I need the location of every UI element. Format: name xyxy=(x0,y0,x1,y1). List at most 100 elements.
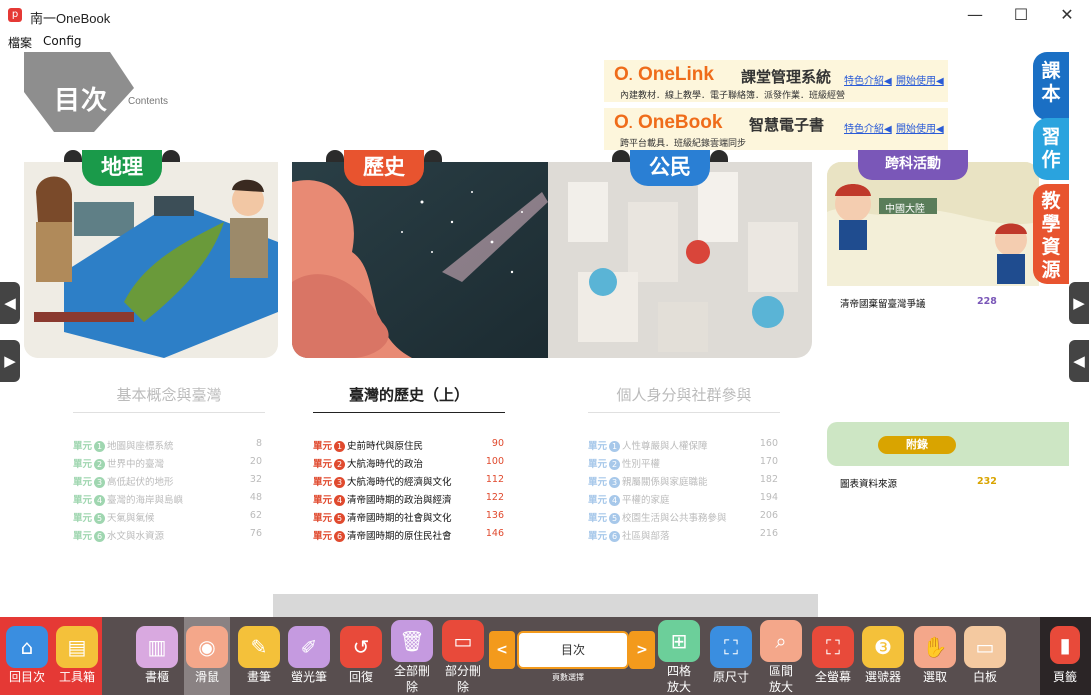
history-lesson-1-page[interactable]: 90 xyxy=(464,438,504,449)
history-card[interactable] xyxy=(292,162,548,358)
civics-lesson-5-page[interactable]: 206 xyxy=(738,510,778,521)
close-button[interactable]: ✕ xyxy=(1044,0,1090,32)
house-icon: ⌂ xyxy=(6,626,48,668)
history-lesson-1[interactable]: 單元 1 史前時代與原住民 xyxy=(313,438,423,452)
history-illustration xyxy=(292,162,548,358)
history-lesson-5-page[interactable]: 136 xyxy=(464,510,504,521)
onelink-features-link[interactable]: 特色介紹◀ xyxy=(844,72,892,87)
fullscreen-icon: ⛶ xyxy=(812,626,854,668)
civics-lesson-3[interactable]: 單元 3 親屬關係與家庭職能 xyxy=(588,474,708,488)
workbook-side-tab[interactable]: 習作 xyxy=(1033,118,1069,180)
geography-tab-ear-right xyxy=(162,150,180,162)
textbook-side-tab[interactable]: 課本 xyxy=(1033,52,1069,120)
cross-activity-item[interactable]: 清帝國棄留臺灣爭議 xyxy=(840,296,926,310)
geography-lesson-1[interactable]: 單元 1 地圖與座標系統 xyxy=(73,438,174,452)
civics-lesson-2-page[interactable]: 170 xyxy=(738,456,778,467)
history-lesson-4[interactable]: 單元 4 清帝國時期的政治與經濟 xyxy=(313,492,452,506)
onebook-features-link[interactable]: 特色介紹◀ xyxy=(844,120,892,135)
civics-lesson-2[interactable]: 單元 2 性別平權 xyxy=(588,456,660,470)
minimize-button[interactable]: — xyxy=(952,0,998,32)
geography-lesson-2-page[interactable]: 20 xyxy=(222,456,262,467)
civics-lesson-1-page[interactable]: 160 xyxy=(738,438,778,449)
geography-lesson-4[interactable]: 單元 4 臺灣的海岸與島嶼 xyxy=(73,492,183,506)
appendix-tab[interactable]: 附錄 xyxy=(878,436,956,454)
quad-zoom-button[interactable]: ⊞ 四格放大 xyxy=(656,617,702,695)
civics-lesson-5[interactable]: 單元 5 校園生活與公共事務參與 xyxy=(588,510,727,524)
prev-page-button[interactable]: < xyxy=(489,631,515,669)
cross-activity-tab[interactable]: 跨科活動 xyxy=(858,150,968,180)
history-lesson-6[interactable]: 單元 6 清帝國時期的原住民社會 xyxy=(313,528,452,542)
onelink-ad[interactable]: O. OneLink 課堂管理系統 特色介紹◀ 開始使用◀ 內建教材．線上教學．… xyxy=(604,60,948,102)
civics-card[interactable] xyxy=(548,162,812,358)
page-select-input[interactable]: 目次 xyxy=(517,631,629,669)
clear-all-button[interactable]: 🗑 全部刪除 xyxy=(388,617,436,695)
civics-lesson-1[interactable]: 單元 1 人性尊嚴與人權保障 xyxy=(588,438,708,452)
history-tab[interactable]: 歷史 xyxy=(344,150,424,186)
history-lesson-2[interactable]: 單元 2 大航海時代的政治 xyxy=(313,456,423,470)
cross-activity-card[interactable]: 中國大陸 xyxy=(827,162,1039,286)
bookshelf-button[interactable]: ▥ 書櫃 xyxy=(134,617,180,685)
geography-lesson-3-page[interactable]: 32 xyxy=(222,474,262,485)
geography-lesson-1-page[interactable]: 8 xyxy=(222,438,262,449)
onebook-start-link[interactable]: 開始使用◀ xyxy=(896,120,944,135)
geography-lesson-2[interactable]: 單元 2 世界中的臺灣 xyxy=(73,456,164,470)
toolbox-button[interactable]: ▤ 工具箱 xyxy=(54,617,100,685)
maximize-button[interactable]: ☐ xyxy=(998,0,1044,32)
fullscreen-button[interactable]: ⛶ 全螢幕 xyxy=(810,617,856,685)
mouse-button[interactable]: ◉ 滑鼠 xyxy=(184,617,230,695)
whiteboard-button[interactable]: ▭ 白板 xyxy=(962,617,1008,685)
geography-lesson-5[interactable]: 單元 5 天氣與氣候 xyxy=(73,510,155,524)
undo-button[interactable]: ↺ 回復 xyxy=(338,617,384,685)
app-icon: p xyxy=(8,8,22,22)
number-picker-button[interactable]: ❸ 選號器 xyxy=(860,617,906,685)
geography-tab[interactable]: 地理 xyxy=(82,150,162,186)
appendix-page[interactable]: 232 xyxy=(977,476,997,487)
onelink-start-link[interactable]: 開始使用◀ xyxy=(896,72,944,87)
cross-activity-page[interactable]: 228 xyxy=(977,296,997,307)
history-lesson-5[interactable]: 單元 5 清帝國時期的社會與文化 xyxy=(313,510,452,524)
home-button[interactable]: ⌂ 回目次 xyxy=(4,617,50,685)
history-lesson-6-page[interactable]: 146 xyxy=(464,528,504,539)
geography-card[interactable] xyxy=(24,162,278,358)
toolbox-icon: ▤ xyxy=(56,626,98,668)
geography-lesson-3[interactable]: 單元 3 高低起伏的地形 xyxy=(73,474,174,488)
select-button[interactable]: ✋ 選取 xyxy=(912,617,958,685)
highlighter-button[interactable]: ✐ 螢光筆 xyxy=(286,617,332,685)
page-scroll-strip[interactable] xyxy=(273,594,818,617)
next-page-arrow[interactable]: ▶ xyxy=(1069,282,1089,324)
history-lesson-3-page[interactable]: 112 xyxy=(464,474,504,485)
geography-tab-ear-left xyxy=(64,150,82,162)
geography-lesson-5-page[interactable]: 62 xyxy=(222,510,262,521)
menu-file[interactable]: 檔案 xyxy=(8,34,32,51)
geography-title-line xyxy=(73,412,265,413)
history-lesson-4-page[interactable]: 122 xyxy=(464,492,504,503)
history-lesson-2-page[interactable]: 100 xyxy=(464,456,504,467)
civics-lesson-4-page[interactable]: 194 xyxy=(738,492,778,503)
onebook-ad[interactable]: O. OneBook 智慧電子書 特色介紹◀ 開始使用◀ 跨平台載具．班級紀錄雲… xyxy=(604,108,948,150)
geography-illustration xyxy=(24,162,278,358)
civics-lesson-6[interactable]: 單元 6 社區與部落 xyxy=(588,528,670,542)
civics-lesson-3-page[interactable]: 182 xyxy=(738,474,778,485)
area-zoom-button[interactable]: ⌕ 區間放大 xyxy=(758,617,804,695)
appendix-item[interactable]: 圖表資料來源 xyxy=(840,476,897,490)
prev-page-arrow[interactable]: ◀ xyxy=(0,282,20,324)
geography-lesson-6-page[interactable]: 76 xyxy=(222,528,262,539)
next-page-button[interactable]: > xyxy=(629,631,655,669)
next-spread-arrow[interactable]: ◀ xyxy=(1069,340,1089,382)
teaching-resources-side-tab[interactable]: 教學資源 xyxy=(1033,184,1069,284)
onebook-logo: O. OneBook xyxy=(614,112,723,133)
civics-lesson-6-page[interactable]: 216 xyxy=(738,528,778,539)
geography-lesson-4-page[interactable]: 48 xyxy=(222,492,262,503)
original-size-button[interactable]: ⛶ 原尺寸 xyxy=(708,617,754,685)
page-tabs-button[interactable]: ▮ 頁籤 xyxy=(1042,617,1088,685)
menu-config[interactable]: Config xyxy=(43,34,82,48)
clear-part-button[interactable]: ▭ 部分刪除 xyxy=(440,617,486,695)
civics-tab[interactable]: 公民 xyxy=(630,150,710,186)
grid-icon: ⊞ xyxy=(658,620,700,662)
prev-spread-arrow[interactable]: ▶ xyxy=(0,340,20,382)
history-lesson-3[interactable]: 單元 3 大航海時代的經濟與文化 xyxy=(313,474,452,488)
page-select-label: 頁數選擇 xyxy=(552,673,584,682)
geography-lesson-6[interactable]: 單元 6 水文與水資源 xyxy=(73,528,164,542)
civics-lesson-4[interactable]: 單元 4 平權的家庭 xyxy=(588,492,670,506)
pen-button[interactable]: ✎ 畫筆 xyxy=(236,617,282,685)
